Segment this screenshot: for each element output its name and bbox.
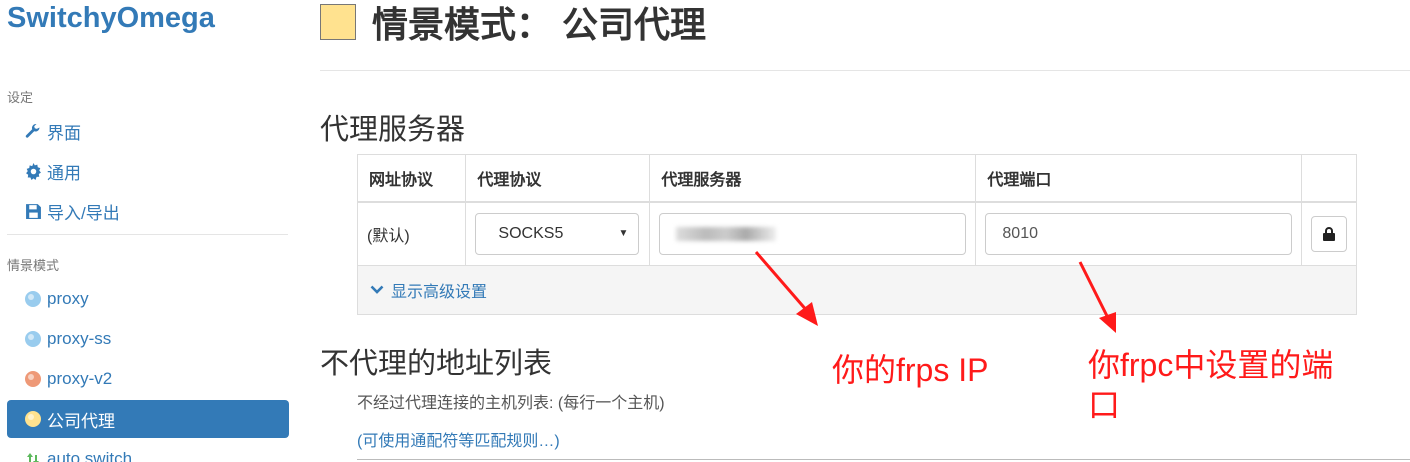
arrow-to-server <box>754 251 818 326</box>
annotation-server: 你的frps IP <box>832 352 989 388</box>
arrow-to-port <box>1078 261 1116 333</box>
annotation-port: 你frpc中设置的端口 <box>1088 347 1334 423</box>
